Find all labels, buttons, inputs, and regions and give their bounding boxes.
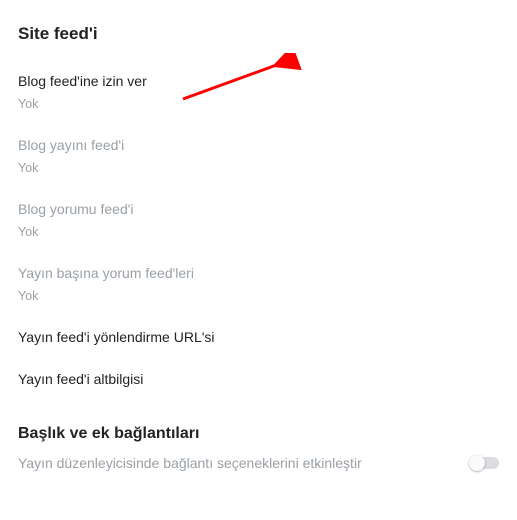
setting-value: Yok: [18, 97, 499, 112]
setting-blog-post-feed: Blog yayını feed'i Yok: [18, 126, 499, 190]
toggle-label: Yayın düzenleyicisinde bağlantı seçenekl…: [18, 455, 362, 471]
toggle-thumb: [469, 455, 485, 471]
setting-label: Yayın başına yorum feed'leri: [18, 264, 499, 283]
setting-value: Yok: [18, 225, 499, 240]
section-title-site-feed: Site feed'i: [18, 24, 499, 44]
setting-label: Blog yorumu feed'i: [18, 200, 499, 219]
setting-per-post-comment-feed: Yayın başına yorum feed'leri Yok: [18, 254, 499, 318]
setting-value: Yok: [18, 161, 499, 176]
setting-label: Yayın feed'i altbilgisi: [18, 370, 499, 389]
setting-blog-comment-feed: Blog yorumu feed'i Yok: [18, 190, 499, 254]
toggle-switch[interactable]: [471, 457, 499, 469]
setting-value: Yok: [18, 289, 499, 304]
setting-blog-feed-allow[interactable]: Blog feed'ine izin ver Yok: [18, 62, 499, 126]
setting-label: Yayın feed'i yönlendirme URL'si: [18, 328, 499, 347]
setting-label: Blog yayını feed'i: [18, 136, 499, 155]
setting-enable-link-options[interactable]: Yayın düzenleyicisinde bağlantı seçenekl…: [18, 451, 499, 479]
setting-label: Blog feed'ine izin ver: [18, 72, 499, 91]
setting-feed-footer[interactable]: Yayın feed'i altbilgisi: [18, 360, 499, 403]
section-title-links: Başlık ve ek bağlantıları: [18, 425, 499, 443]
setting-feed-redirect-url[interactable]: Yayın feed'i yönlendirme URL'si: [18, 318, 499, 361]
